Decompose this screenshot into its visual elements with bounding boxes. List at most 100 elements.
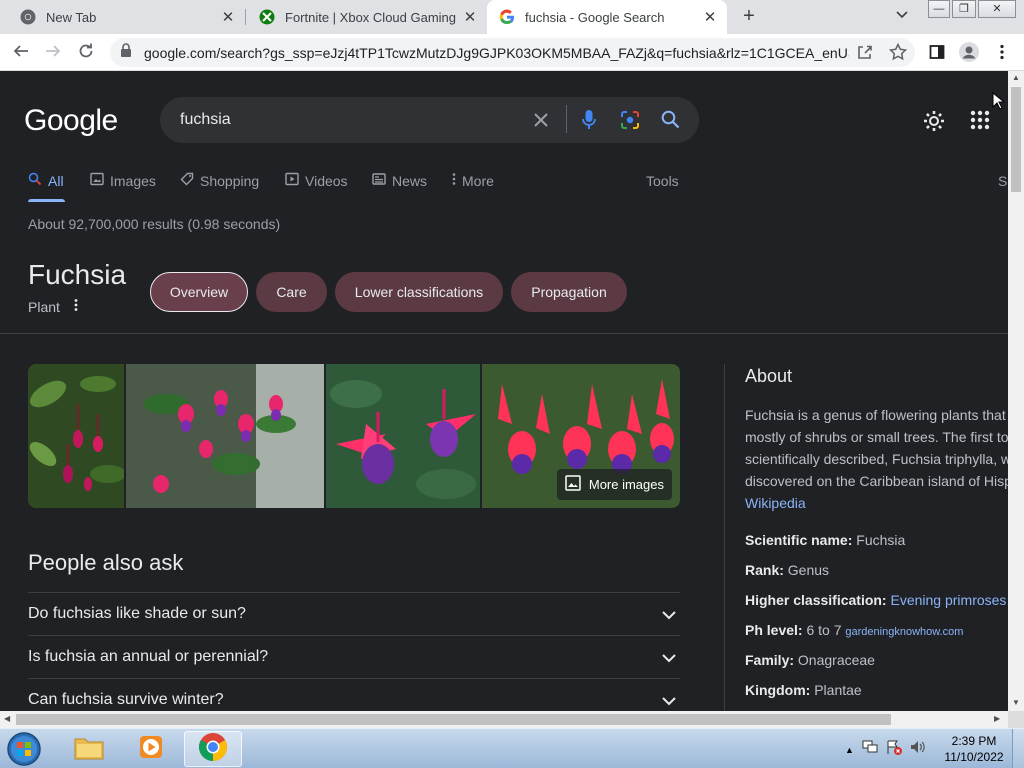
xbox-icon	[259, 9, 275, 25]
fact-rank: Rank: Genus	[745, 562, 829, 578]
tab-title: Fortnite | Xbox Cloud Gaming (Be	[285, 9, 459, 25]
search-icon[interactable]	[661, 110, 680, 134]
show-hidden-icons-icon[interactable]: ▲	[845, 745, 854, 755]
image-icon	[565, 475, 581, 494]
active-tab-indicator	[28, 199, 65, 202]
scroll-up-arrow-icon[interactable]: ▲	[1012, 73, 1020, 82]
description-line: mostly of shrubs or small trees. The fir…	[745, 429, 1008, 445]
tab-strip: New Tab ✕ Fortnite | Xbox Cloud Gaming (…	[0, 0, 1024, 34]
scroll-down-arrow-icon[interactable]: ▼	[1012, 698, 1020, 707]
paa-question[interactable]: Can fuchsia survive winter?	[28, 678, 680, 711]
share-icon[interactable]	[857, 44, 875, 62]
tab-search-chevron-icon[interactable]	[896, 8, 908, 22]
vertical-scroll-thumb[interactable]	[1011, 87, 1021, 192]
volume-icon[interactable]	[910, 740, 926, 759]
vertical-scrollbar[interactable]: ▲ ▼	[1008, 71, 1024, 711]
tab-all[interactable]: All	[28, 172, 64, 189]
mouse-cursor-icon	[992, 91, 1006, 115]
show-desktop-button[interactable]	[1012, 729, 1024, 768]
tools-button[interactable]: Tools	[646, 173, 679, 189]
file-explorer-taskbar-button[interactable]	[60, 731, 118, 767]
play-icon	[285, 172, 299, 189]
close-tab-icon[interactable]: ✕	[699, 8, 721, 26]
folder-icon	[74, 734, 104, 765]
close-window-button[interactable]: ✕	[978, 0, 1016, 18]
tab-label: News	[392, 172, 428, 189]
tab-videos[interactable]: Videos	[285, 172, 348, 189]
search-input[interactable]: fuchsia	[180, 111, 231, 129]
chip-care[interactable]: Care	[256, 272, 327, 312]
chip-lower-classifications[interactable]: Lower classifications	[335, 272, 503, 312]
chevron-down-icon[interactable]	[662, 693, 676, 711]
tab-xbox-cloud-gaming[interactable]: Fortnite | Xbox Cloud Gaming (Be ✕	[245, 0, 487, 34]
scroll-left-arrow-icon[interactable]: ◀	[4, 714, 10, 723]
tab-images[interactable]: Images	[90, 172, 156, 189]
chevron-down-icon[interactable]	[662, 650, 676, 668]
fuchsia-image-2[interactable]	[126, 364, 324, 508]
fact-value: Fuchsia	[856, 532, 906, 548]
restore-button[interactable]: ❐	[952, 0, 976, 18]
close-tab-icon[interactable]: ✕	[217, 8, 239, 26]
close-tab-icon[interactable]: ✕	[459, 8, 481, 26]
paa-question[interactable]: Is fuchsia an annual or perennial?	[28, 635, 680, 678]
google-apps-icon[interactable]	[970, 110, 990, 135]
fact-source-link[interactable]: gardeningknowhow.com	[845, 626, 963, 638]
forward-button[interactable]	[42, 42, 64, 64]
fact-kingdom: Kingdom: Plantae	[745, 682, 862, 698]
start-button[interactable]	[5, 731, 43, 767]
more-options-icon[interactable]	[74, 298, 78, 315]
fact-value-link[interactable]: Evening primroses	[890, 592, 1006, 608]
safesearch-label-cut[interactable]: S	[998, 173, 1007, 189]
reload-button[interactable]	[75, 42, 97, 64]
voice-search-icon[interactable]	[582, 109, 596, 136]
horizontal-scroll-thumb[interactable]	[16, 714, 891, 725]
google-lens-icon[interactable]	[620, 110, 640, 135]
paa-question[interactable]: Do fuchsias like shade or sun?	[28, 592, 680, 635]
fuchsia-image-4[interactable]: More images	[482, 364, 680, 508]
url-text: google.com/search?gs_ssp=eJzj4tTP1TcwzMu…	[144, 44, 849, 61]
image-icon	[90, 172, 104, 189]
back-button[interactable]	[10, 42, 32, 64]
chevron-down-icon[interactable]	[662, 607, 676, 625]
fact-ph-level: Ph level: 6 to 7 gardeningknowhow.com	[745, 622, 963, 638]
side-panel-icon[interactable]	[929, 44, 945, 65]
tab-news[interactable]: News	[372, 172, 427, 189]
more-images-button[interactable]: More images	[556, 469, 672, 500]
minimize-button[interactable]: —	[928, 0, 950, 18]
tab-shopping[interactable]: Shopping	[180, 172, 259, 189]
tab-label: More	[462, 172, 494, 189]
network-icon[interactable]	[862, 740, 878, 759]
new-tab-button[interactable]: +	[737, 4, 761, 30]
section-divider	[0, 333, 1008, 334]
description-line: Fuchsia is a genus of flowering plants t…	[745, 407, 1006, 423]
profile-avatar-icon[interactable]	[959, 42, 979, 67]
clear-search-icon[interactable]	[532, 111, 550, 134]
chip-propagation[interactable]: Propagation	[511, 272, 627, 312]
more-vertical-icon	[452, 172, 456, 189]
fuchsia-image-1[interactable]	[28, 364, 124, 508]
google-logo[interactable]: Google	[24, 104, 118, 138]
chip-overview[interactable]: Overview	[150, 272, 248, 312]
bookmark-star-icon[interactable]	[888, 42, 908, 61]
action-center-flag-icon[interactable]	[886, 739, 902, 760]
media-player-taskbar-button[interactable]	[122, 731, 180, 767]
fuchsia-image-3[interactable]	[326, 364, 480, 508]
search-box[interactable]: fuchsia	[160, 97, 699, 143]
tab-new-tab[interactable]: New Tab ✕	[0, 0, 245, 34]
address-bar[interactable]: google.com/search?gs_ssp=eJzj4tTP1TcwzMu…	[110, 38, 915, 67]
lock-icon[interactable]	[120, 43, 134, 62]
tab-google-search[interactable]: fuchsia - Google Search ✕	[487, 0, 727, 34]
settings-gear-icon[interactable]	[922, 109, 946, 138]
browser-menu-icon[interactable]	[999, 44, 1005, 65]
tab-more[interactable]: More	[452, 172, 494, 189]
chrome-taskbar-button[interactable]	[184, 731, 242, 767]
description-line: discovered on the Caribbean island of Hi…	[745, 473, 1008, 489]
media-player-icon	[137, 733, 165, 766]
wikipedia-link[interactable]: Wikipedia	[745, 492, 1008, 514]
entity-subtitle: Plant	[28, 298, 78, 315]
fact-label: Family:	[745, 652, 795, 668]
tab-title: New Tab	[46, 9, 97, 25]
system-clock[interactable]: 2:39 PM 11/10/2022	[936, 733, 1012, 765]
scroll-right-arrow-icon[interactable]: ▶	[994, 714, 1000, 723]
horizontal-scrollbar[interactable]: ◀ ▶	[0, 711, 1008, 728]
